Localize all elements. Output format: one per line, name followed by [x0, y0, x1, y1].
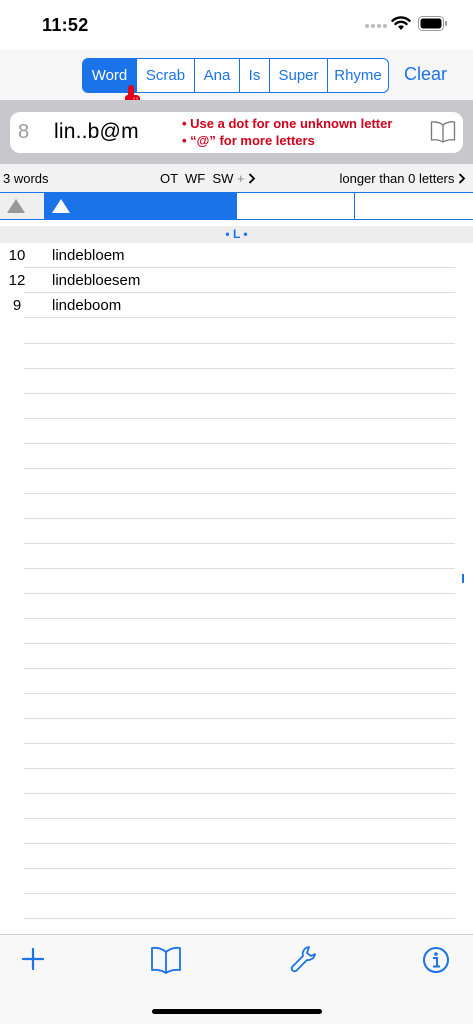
word-text: lindebloem: [52, 247, 125, 264]
row-divider: [24, 793, 455, 794]
row-divider: [24, 393, 455, 394]
hint-at: • “@” for more letters: [182, 133, 315, 148]
row-divider: [24, 918, 455, 919]
dictionary-selector[interactable]: OT WF SW +: [160, 171, 256, 186]
word-list: 10 lindebloem 12 lindebloesem 9 lindeboo…: [0, 243, 473, 318]
search-area: 8 lin..b@m • Use a dot for one unknown l…: [0, 100, 473, 164]
mode-is-button[interactable]: Is: [240, 59, 270, 92]
triangle-up-icon: [52, 199, 70, 213]
wifi-icon: [391, 16, 411, 30]
word-text: lindebloesem: [52, 272, 141, 289]
row-divider: [24, 518, 455, 519]
status-bar: 11:52: [0, 0, 473, 50]
row-divider: [24, 593, 455, 594]
status-time: 11:52: [42, 15, 89, 35]
word-length: 9: [12, 297, 22, 314]
mode-scrab-button[interactable]: Scrab: [137, 59, 195, 92]
home-indicator: [152, 1009, 322, 1014]
row-divider: [24, 618, 455, 619]
word-length: 10: [8, 247, 26, 264]
row-divider: [24, 868, 455, 869]
wrench-icon[interactable]: [289, 945, 317, 975]
length-filter-label: longer than 0 letters: [339, 171, 455, 186]
row-divider: [24, 768, 455, 769]
length-filter[interactable]: longer than 0 letters: [339, 171, 466, 186]
row-divider: [24, 718, 455, 719]
row-divider: [24, 643, 455, 644]
empty-rows: [0, 318, 473, 934]
triangle-up-icon: [7, 199, 25, 213]
row-divider: [24, 568, 455, 569]
column-divider: [354, 193, 355, 219]
book-icon[interactable]: [430, 120, 456, 144]
list-item[interactable]: 9 lindeboom: [0, 293, 473, 318]
row-divider: [24, 368, 455, 369]
word-text: lindeboom: [52, 297, 122, 314]
row-divider: [24, 843, 455, 844]
list-item[interactable]: 12 lindebloesem: [0, 268, 473, 293]
row-divider: [24, 418, 455, 419]
search-length: 8: [18, 121, 30, 143]
cellular-signal-icon: [365, 24, 387, 28]
mode-rhyme-button[interactable]: Rhyme: [328, 59, 388, 92]
search-input[interactable]: 8 lin..b@m • Use a dot for one unknown l…: [10, 112, 463, 153]
row-divider: [24, 893, 455, 894]
toolbar: Word Scrab Ana Is Super Rhyme Clear: [0, 50, 473, 100]
add-icon[interactable]: [22, 948, 44, 970]
mode-super-button[interactable]: Super: [270, 59, 328, 92]
sort-word-button[interactable]: [44, 193, 237, 219]
row-divider: [24, 818, 455, 819]
row-divider: [24, 668, 455, 669]
chevron-right-icon: [249, 173, 256, 184]
chevron-right-icon: [458, 173, 466, 184]
row-divider: [24, 543, 455, 544]
book-icon[interactable]: [150, 946, 182, 974]
word-length: 12: [8, 272, 26, 289]
row-divider: [24, 343, 455, 344]
row-divider: [24, 493, 455, 494]
dictionary-plus: +: [237, 171, 245, 186]
clear-button[interactable]: Clear: [404, 64, 447, 85]
hint-dot: • Use a dot for one unknown letter: [182, 116, 393, 131]
info-row: 3 words OT WF SW + longer than 0 letters: [0, 164, 473, 192]
word-count: 3 words: [3, 171, 49, 186]
scroll-indicator[interactable]: [462, 574, 464, 583]
column-header: [0, 192, 473, 220]
row-divider: [24, 468, 455, 469]
info-icon[interactable]: [422, 946, 450, 974]
list-item[interactable]: 10 lindebloem: [0, 243, 473, 268]
sort-length-button[interactable]: [0, 193, 44, 219]
mode-ana-button[interactable]: Ana: [195, 59, 240, 92]
row-divider: [24, 443, 455, 444]
battery-icon: [418, 16, 447, 31]
search-query[interactable]: lin..b@m: [54, 120, 139, 144]
row-divider: [24, 693, 455, 694]
section-header: • L •: [0, 226, 473, 243]
dictionary-list: OT WF SW: [160, 171, 234, 186]
row-divider: [24, 743, 455, 744]
